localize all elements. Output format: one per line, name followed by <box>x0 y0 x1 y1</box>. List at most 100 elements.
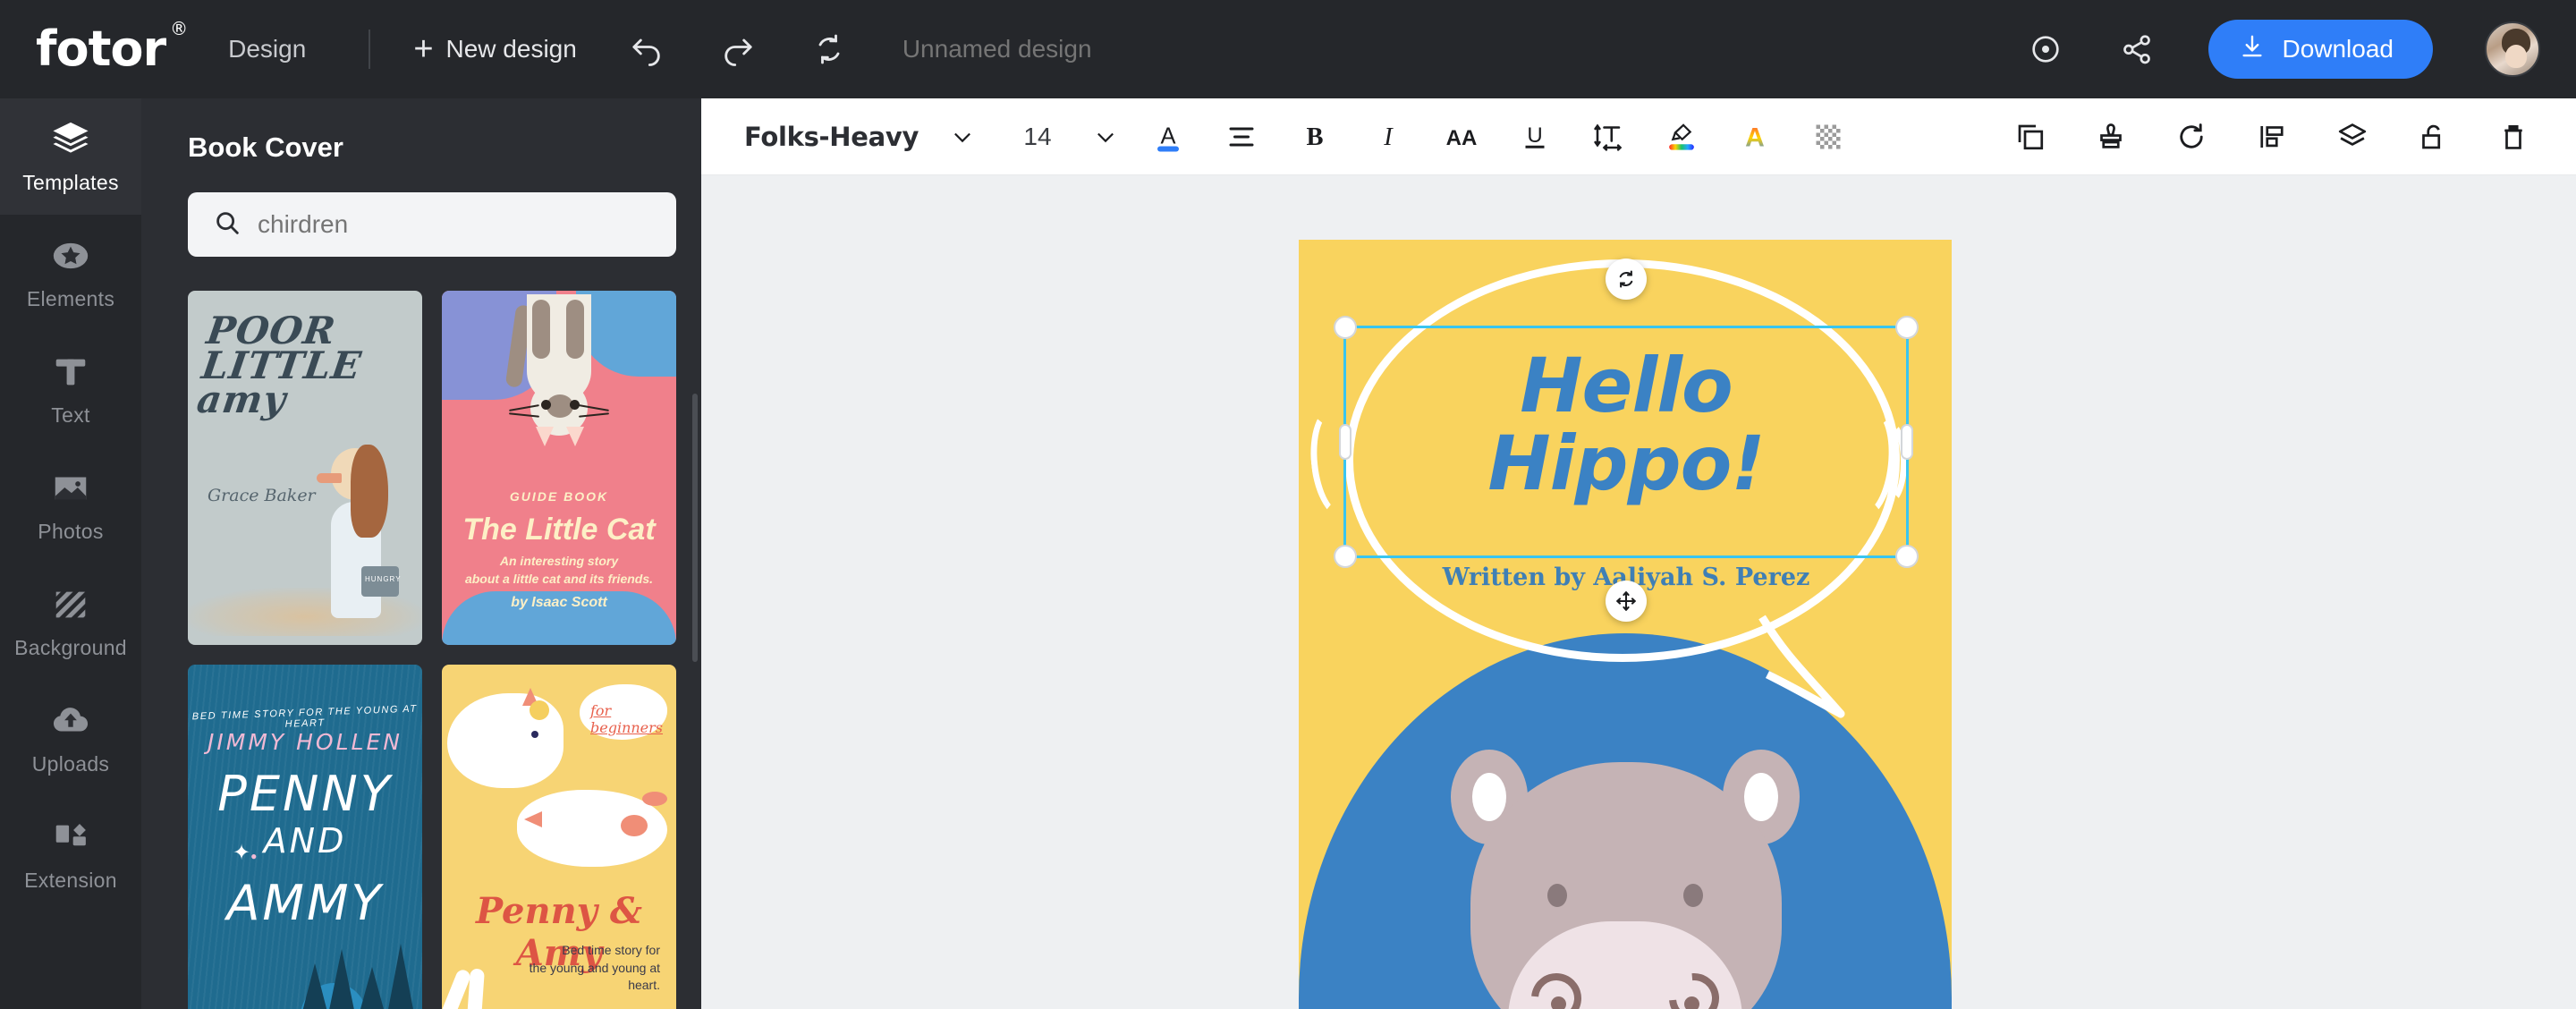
sidebar-item-label: Extension <box>24 868 117 892</box>
font-size-chevron-down-icon[interactable] <box>1093 124 1118 149</box>
template-bubble-text: for beginners <box>590 702 664 736</box>
fotor-logo[interactable]: fotor ® <box>36 20 188 73</box>
highlight-icon[interactable] <box>1658 114 1705 160</box>
layers-order-icon[interactable] <box>2329 114 2376 160</box>
layers-icon <box>50 119 91 160</box>
template-author: JIMMY HOLLEN <box>208 729 402 755</box>
sidebar-item-label: Uploads <box>31 751 110 776</box>
app-header: fotor ® Design + New design Unnamed desi… <box>0 0 2576 98</box>
resize-handle-middle-left[interactable] <box>1339 424 1352 460</box>
resize-handle-middle-right[interactable] <box>1901 424 1913 460</box>
template-title-line: PENNY <box>217 766 393 822</box>
sidebar-item-photos[interactable]: Photos <box>0 447 141 564</box>
sidebar-item-text[interactable]: Text <box>0 331 141 447</box>
template-subtitle: An interesting story about a little cat … <box>464 554 654 587</box>
design-menu[interactable]: Design <box>228 35 341 73</box>
template-grid: POOR LITTLE amy Grace Baker HUNGRY GUIDE… <box>188 291 676 1009</box>
panel-title: Book Cover <box>188 131 343 163</box>
sparkle-icon: ✦● <box>233 841 258 865</box>
share-icon[interactable] <box>2117 30 2157 69</box>
sidebar-item-background[interactable]: Background <box>0 564 141 680</box>
download-icon <box>2239 33 2266 66</box>
new-design-button[interactable]: + New design <box>413 32 577 66</box>
text-color-icon[interactable]: A <box>1145 114 1191 160</box>
search-input[interactable] <box>258 210 651 239</box>
svg-text:I: I <box>1383 123 1394 151</box>
template-title: The Little Cat <box>462 513 656 547</box>
sync-icon[interactable] <box>809 30 849 69</box>
sidebar-item-uploads[interactable]: Uploads <box>0 680 141 796</box>
transparency-icon[interactable] <box>1805 114 1852 160</box>
text-effects-icon[interactable]: A <box>1732 114 1778 160</box>
text-t-icon <box>50 352 91 393</box>
align-objects-icon[interactable] <box>2249 114 2295 160</box>
design-canvas[interactable]: Hello Hippo! Written by Aaliyah S. Perez <box>1299 240 1952 1009</box>
rotate-icon[interactable] <box>1606 259 1647 300</box>
logo-text: fotor <box>36 21 166 77</box>
template-card-penny-and-ammy[interactable]: BED TIME STORY FOR THE YOUNG AT HEART JI… <box>188 665 422 1009</box>
speech-bubble: for beginners <box>580 684 667 740</box>
search-icon <box>213 208 242 242</box>
plus-icon: + <box>413 30 434 68</box>
cat-illustration <box>504 294 611 473</box>
photo-icon <box>50 468 91 509</box>
font-family-chevron-down-icon[interactable] <box>950 124 975 149</box>
document-title-input[interactable] <box>902 35 1368 64</box>
resize-handle-top-right[interactable] <box>1895 316 1919 339</box>
sidebar-item-label: Text <box>51 403 90 427</box>
design-menu-label: Design <box>228 35 307 63</box>
template-card-poor-little-amy[interactable]: POOR LITTLE amy Grace Baker HUNGRY <box>188 291 422 645</box>
font-family-select[interactable]: Folks-Heavy <box>744 122 950 152</box>
template-author: by Isaac Scott <box>511 595 607 610</box>
avatar[interactable] <box>2485 21 2540 77</box>
bold-icon[interactable]: B <box>1292 114 1338 160</box>
record-icon[interactable] <box>2026 30 2065 69</box>
toolbar-right-group <box>1973 114 2537 160</box>
stripes-icon <box>50 584 91 625</box>
template-card-the-little-cat[interactable]: GUIDE BOOK The Little Cat An interesting… <box>442 291 676 645</box>
new-design-label: New design <box>445 35 577 63</box>
spacing-icon[interactable] <box>1585 114 1631 160</box>
align-icon[interactable] <box>1218 114 1265 160</box>
template-subtitle: Bed time story for the young and young a… <box>529 943 660 993</box>
stamp-icon[interactable] <box>2088 114 2134 160</box>
sidebar-item-extension[interactable]: Extension <box>0 796 141 912</box>
resize-handle-top-left[interactable] <box>1334 316 1357 339</box>
undo-icon[interactable] <box>627 30 666 69</box>
redo-icon[interactable] <box>718 30 758 69</box>
svg-text:AA: AA <box>1446 126 1478 150</box>
extension-icon <box>50 817 91 858</box>
sidebar-item-templates[interactable]: Templates <box>0 98 141 215</box>
template-kicker: GUIDE BOOK <box>509 489 609 504</box>
left-rail: Templates Elements Text Photos Backgroun… <box>0 98 141 1009</box>
italic-icon[interactable]: I <box>1365 114 1411 160</box>
logo-registered-mark: ® <box>170 18 188 39</box>
svg-text:A: A <box>1160 123 1175 148</box>
sidebar-item-elements[interactable]: Elements <box>0 215 141 331</box>
templates-panel: Book Cover POOR LITTLE amy Grace Baker H… <box>141 98 701 1009</box>
template-title-line: AND <box>263 821 347 861</box>
speech-bubble-tail <box>1758 615 1845 718</box>
sidebar-item-label: Elements <box>26 286 115 310</box>
search-box[interactable] <box>188 192 676 257</box>
canvas-title-text[interactable]: Hello Hippo! <box>1349 346 1903 508</box>
canvas-stage[interactable]: Hello Hippo! Written by Aaliyah S. Perez <box>701 175 2576 1009</box>
flip-icon[interactable] <box>2168 114 2215 160</box>
resize-handle-bottom-left[interactable] <box>1334 545 1357 568</box>
delete-icon[interactable] <box>2490 114 2537 160</box>
download-button[interactable]: Download <box>2208 20 2433 79</box>
header-divider <box>369 30 371 69</box>
resize-handle-bottom-right[interactable] <box>1895 545 1919 568</box>
duplicate-icon[interactable] <box>2007 114 2054 160</box>
hippo-illustration[interactable] <box>1415 750 1835 1009</box>
unlock-icon[interactable] <box>2410 114 2456 160</box>
underline-icon[interactable]: U <box>1512 114 1558 160</box>
sidebar-item-label: Templates <box>22 170 119 194</box>
canvas-title-line: Hippo! <box>1487 420 1765 508</box>
svg-text:B: B <box>1306 123 1323 151</box>
template-card-penny-and-amy[interactable]: for beginners Penny & Amy Bed time story… <box>442 665 676 1009</box>
move-icon[interactable] <box>1606 581 1647 622</box>
panel-scrollbar[interactable] <box>692 394 698 662</box>
letter-case-icon[interactable]: AA <box>1438 114 1485 160</box>
font-size-input[interactable] <box>1013 122 1063 151</box>
